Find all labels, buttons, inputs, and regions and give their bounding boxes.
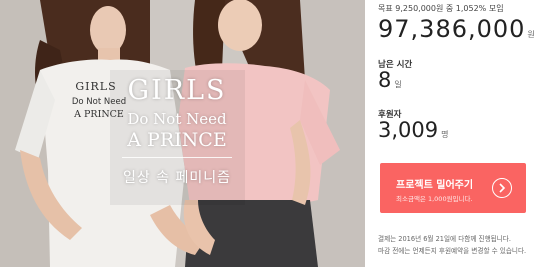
funding-panel: 목표 9,250,000원 중 1,052% 모임 97,386,000 원 남은… (378, 0, 540, 267)
hero-title: GIRLS (127, 75, 227, 106)
raised-amount-value: 97,386,000 (378, 15, 526, 43)
hero-subtitle: 일상 속 페미니즘 (122, 170, 232, 186)
payment-notice-line1: 결제는 2016년 6월 21일에 다함께 진행됩니다. (378, 235, 511, 243)
minimum-amount-text: 최소금액은 1,000원입니다. (396, 195, 473, 203)
hero-divider (122, 157, 232, 158)
raised-amount-unit: 원 (527, 30, 535, 39)
time-left: 8일 (378, 68, 402, 92)
hero-title-line1: Do Not Need (127, 110, 227, 128)
chevron-right-icon (492, 178, 512, 198)
time-left-value: 8 (378, 68, 392, 92)
funding-goal-text: 목표 9,250,000원 중 1,052% 모임 (378, 4, 504, 13)
payment-notice-line2: 마감 전에는 언제든지 후원예약을 변경할 수 있습니다. (378, 247, 527, 255)
back-project-button[interactable]: 프로젝트 밀어주기 최소금액은 1,000원입니다. (380, 163, 526, 213)
backers-value: 3,009 (378, 118, 439, 142)
project-hero-image: GIRLS Do Not Need A PRINCE GIRLS Do Not … (0, 0, 365, 267)
payment-notice: 결제는 2016년 6월 21일에 다함께 진행됩니다. 마감 전에는 언제든지… (378, 233, 526, 257)
hero-title-line2: A PRINCE (127, 129, 227, 151)
backers-unit: 명 (441, 130, 449, 139)
hero-title-overlay: GIRLS Do Not Need A PRINCE 일상 속 페미니즘 (118, 76, 236, 198)
time-left-unit: 일 (394, 80, 402, 89)
back-project-label: 프로젝트 밀어주기 (396, 180, 474, 191)
backers-count: 3,009 명 (378, 118, 449, 142)
raised-amount: 97,386,000 원 (378, 15, 535, 43)
